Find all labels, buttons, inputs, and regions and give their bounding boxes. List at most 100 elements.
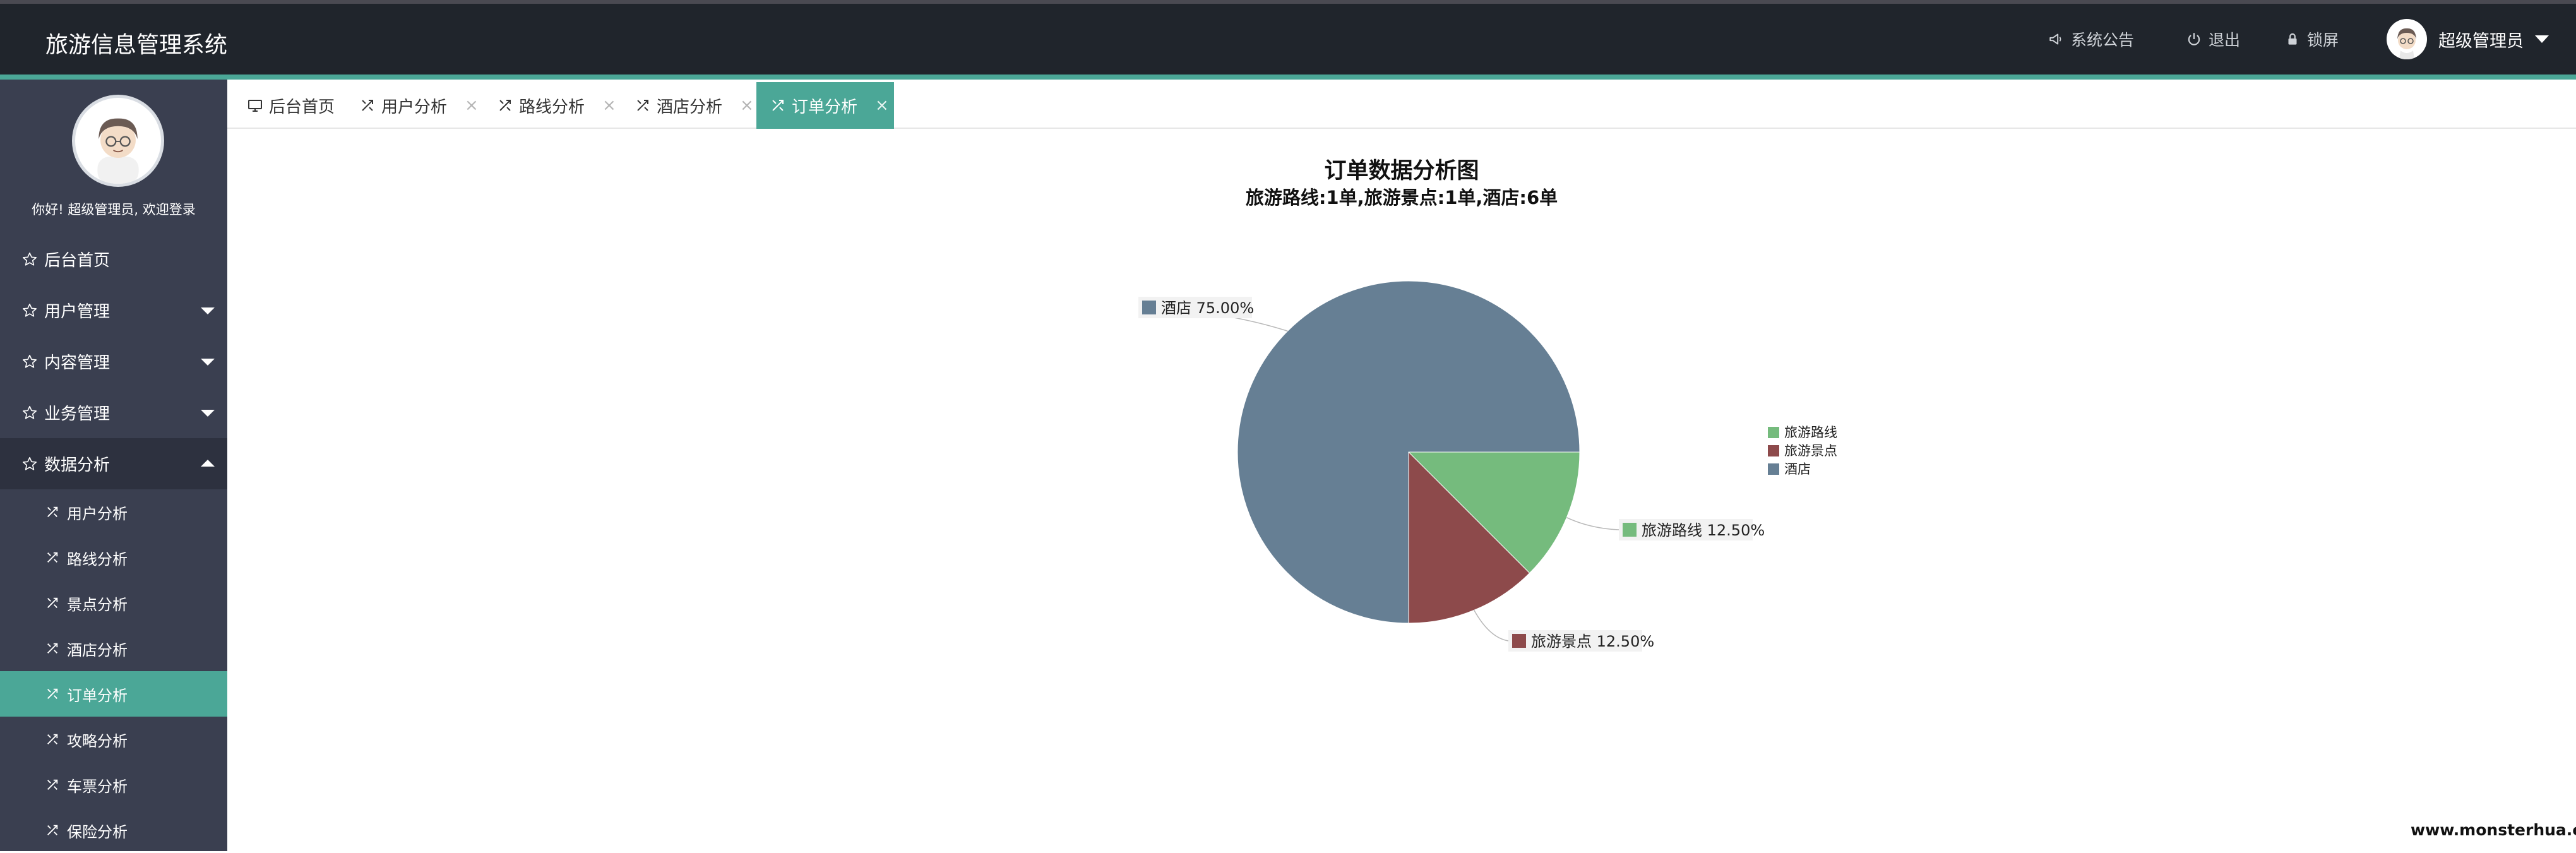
sidebar-item-content-management[interactable]: 内容管理	[0, 336, 227, 387]
legend-label[interactable]: 酒店	[1784, 462, 1811, 477]
sidebar-subitem-user-analysis[interactable]: 用户分析	[0, 489, 227, 535]
legend-swatch[interactable]	[1768, 445, 1779, 456]
lock-icon	[2288, 33, 2297, 45]
sidebar-subitem-label: 攻略分析	[67, 732, 128, 750]
chart-tool-icon	[47, 825, 58, 835]
logout-button[interactable]: 退出	[2186, 4, 2240, 75]
sidebar-subitem-guide-analysis[interactable]: 攻略分析	[0, 717, 227, 762]
profile-panel: 你好! 超级管理员, 欢迎登录	[0, 80, 227, 225]
sidebar-subitem-insurance-analysis[interactable]: 保险分析	[0, 808, 227, 853]
lock-screen-label: 锁屏	[2307, 31, 2339, 49]
chart-tool-icon	[47, 643, 58, 653]
tab-route-analysis[interactable]: 路线分析 ×	[484, 82, 616, 129]
chart-tool-icon	[772, 100, 784, 111]
data-label-swatch	[1623, 523, 1637, 537]
tab-label: 订单分析	[792, 97, 858, 117]
sidebar-item-label: 内容管理	[44, 354, 110, 373]
sidebar-subitem-label: 保险分析	[67, 823, 128, 841]
sidebar-subitem-label: 酒店分析	[67, 641, 128, 659]
tab-order-analysis[interactable]: 订单分析 ×	[756, 82, 894, 129]
chart-tool-icon	[47, 506, 58, 517]
tab-bar: 后台首页 用户分析 × 路线分析 × 酒店分析 × 订单分析 ×	[227, 80, 2576, 129]
sidebar-subitem-label: 用户分析	[67, 504, 128, 523]
close-icon[interactable]: ×	[875, 96, 889, 115]
sidebar-subitem-ticket-analysis[interactable]: 车票分析	[0, 762, 227, 808]
data-label-swatch	[1512, 634, 1526, 648]
tab-label: 路线分析	[519, 97, 585, 117]
data-label: 旅游景点 12.50%	[1531, 633, 1654, 650]
legend-label[interactable]: 旅游路线	[1784, 425, 1837, 440]
chevron-down-icon	[2535, 35, 2549, 43]
sidebar-subitem-hotel-analysis[interactable]: 酒店分析	[0, 626, 227, 671]
star-icon	[23, 354, 37, 368]
data-label: 酒店 75.00%	[1161, 299, 1254, 317]
sidebar-item-data-analysis[interactable]: 数据分析	[0, 438, 227, 489]
megaphone-icon	[2049, 33, 2061, 45]
watermark: www.monsterhua.com	[2411, 821, 2576, 839]
chart-tool-icon	[637, 100, 648, 111]
chart-tool-icon	[499, 100, 511, 111]
sidebar-item-label: 业务管理	[44, 405, 110, 424]
label-leader-line	[1566, 517, 1619, 530]
chevron-up-icon	[201, 460, 215, 467]
chevron-down-icon	[201, 410, 215, 417]
label-leader-line	[1474, 610, 1509, 641]
announcement-button[interactable]: 系统公告	[2048, 4, 2134, 75]
tab-label: 用户分析	[381, 97, 448, 117]
close-icon[interactable]: ×	[740, 96, 754, 115]
chart-tool-icon	[362, 100, 373, 111]
sidebar-subitem-order-analysis[interactable]: 订单分析	[0, 671, 227, 717]
close-icon[interactable]: ×	[602, 96, 616, 115]
chart-tool-icon	[47, 552, 58, 563]
sidebar-subitem-label: 景点分析	[67, 595, 128, 614]
sidebar-item-label: 用户管理	[44, 302, 110, 321]
app-title: 旅游信息管理系统	[45, 32, 228, 58]
avatar	[72, 95, 164, 187]
chart-tool-icon	[47, 688, 58, 699]
user-name: 超级管理员	[2438, 31, 2524, 51]
star-icon	[23, 405, 37, 419]
tab-dashboard[interactable]: 后台首页	[234, 82, 345, 129]
sidebar-subitem-route-analysis[interactable]: 路线分析	[0, 535, 227, 580]
close-icon[interactable]: ×	[465, 96, 479, 115]
avatar	[2387, 19, 2427, 59]
sidebar-item-business-management[interactable]: 业务管理	[0, 387, 227, 438]
sidebar-item-dashboard[interactable]: 后台首页	[0, 234, 227, 285]
tab-user-analysis[interactable]: 用户分析 ×	[346, 82, 479, 129]
chart-tool-icon	[47, 779, 58, 790]
sidebar-item-user-management[interactable]: 用户管理	[0, 285, 227, 336]
tab-label: 酒店分析	[657, 97, 723, 117]
announcement-label: 系统公告	[2071, 31, 2135, 49]
chart-tool-icon	[47, 597, 58, 608]
chevron-down-icon	[201, 307, 215, 314]
data-label-swatch	[1142, 301, 1156, 314]
star-icon	[23, 252, 37, 266]
user-menu[interactable]: 超级管理员	[2387, 19, 2549, 59]
sidebar-subitem-label: 车票分析	[67, 777, 128, 796]
sidebar-subitem-label: 订单分析	[67, 686, 128, 705]
welcome-text: 你好! 超级管理员, 欢迎登录	[32, 202, 196, 217]
legend-swatch[interactable]	[1768, 463, 1779, 475]
sidebar-subitem-label: 路线分析	[67, 550, 128, 568]
sidebar-subitem-scenic-analysis[interactable]: 景点分析	[0, 580, 227, 626]
star-icon	[23, 303, 37, 317]
legend-label[interactable]: 旅游景点	[1784, 443, 1837, 458]
legend-swatch[interactable]	[1768, 427, 1779, 438]
lock-screen-button[interactable]: 锁屏	[2284, 4, 2339, 75]
sidebar-item-label: 数据分析	[44, 456, 110, 475]
tab-label: 后台首页	[269, 97, 335, 117]
header-accent-bar	[0, 75, 2576, 80]
chart-panel: 订单数据分析图 旅游路线:1单,旅游景点:1单,酒店:6单 旅游路线 12.50…	[227, 129, 2576, 851]
order-pie-chart: 旅游路线 12.50% 旅游景点 12.50% 酒店 75.00% 旅游路线旅游景点酒…	[1138, 280, 1837, 652]
tab-hotel-analysis[interactable]: 酒店分析 ×	[621, 82, 754, 129]
sidebar: 你好! 超级管理员, 欢迎登录 后台首页 用户管理 内容管理 业务管理 数据分析	[0, 80, 227, 851]
data-label: 旅游路线 12.50%	[1642, 522, 1765, 539]
logout-label: 退出	[2209, 31, 2241, 49]
top-header: 旅游信息管理系统 系统公告 退出 锁屏 超级管理员	[0, 4, 2576, 75]
sidebar-item-label: 后台首页	[44, 251, 110, 270]
chevron-down-icon	[201, 359, 215, 366]
monitor-icon	[248, 100, 262, 112]
sidebar-menu: 后台首页 用户管理 内容管理 业务管理 数据分析 用户分析 路线分析 景点分析 …	[0, 234, 227, 853]
star-icon	[23, 456, 37, 470]
power-icon	[2188, 33, 2200, 45]
